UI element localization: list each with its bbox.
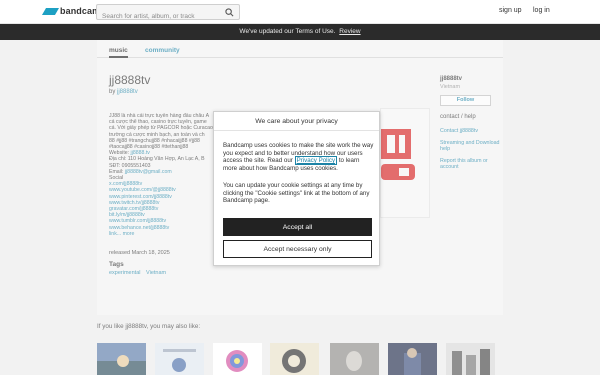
signup-link[interactable]: sign up [499,7,522,14]
terms-banner-text: We've updated our Terms of Use. [239,28,336,35]
modal-paragraph-2: You can update your cookie settings at a… [223,182,370,205]
search-icon[interactable] [225,8,234,17]
modal-title: We care about your privacy [214,112,379,131]
logo-mark-icon [41,7,60,15]
search-box [96,4,240,24]
terms-review-link[interactable]: Review [339,28,360,35]
top-header: bandcamp sign up log in [0,0,600,24]
search-input[interactable] [97,9,217,24]
modal-paragraph-1: Bandcamp uses cookies to make the site w… [223,142,375,172]
privacy-modal: We care about your privacy Bandcamp uses… [213,111,380,266]
login-link[interactable]: log in [533,7,550,14]
terms-banner: We've updated our Terms of Use. Review [0,24,600,40]
accept-necessary-button[interactable]: Accept necessary only [223,240,372,258]
accept-all-button[interactable]: Accept all [223,218,372,236]
